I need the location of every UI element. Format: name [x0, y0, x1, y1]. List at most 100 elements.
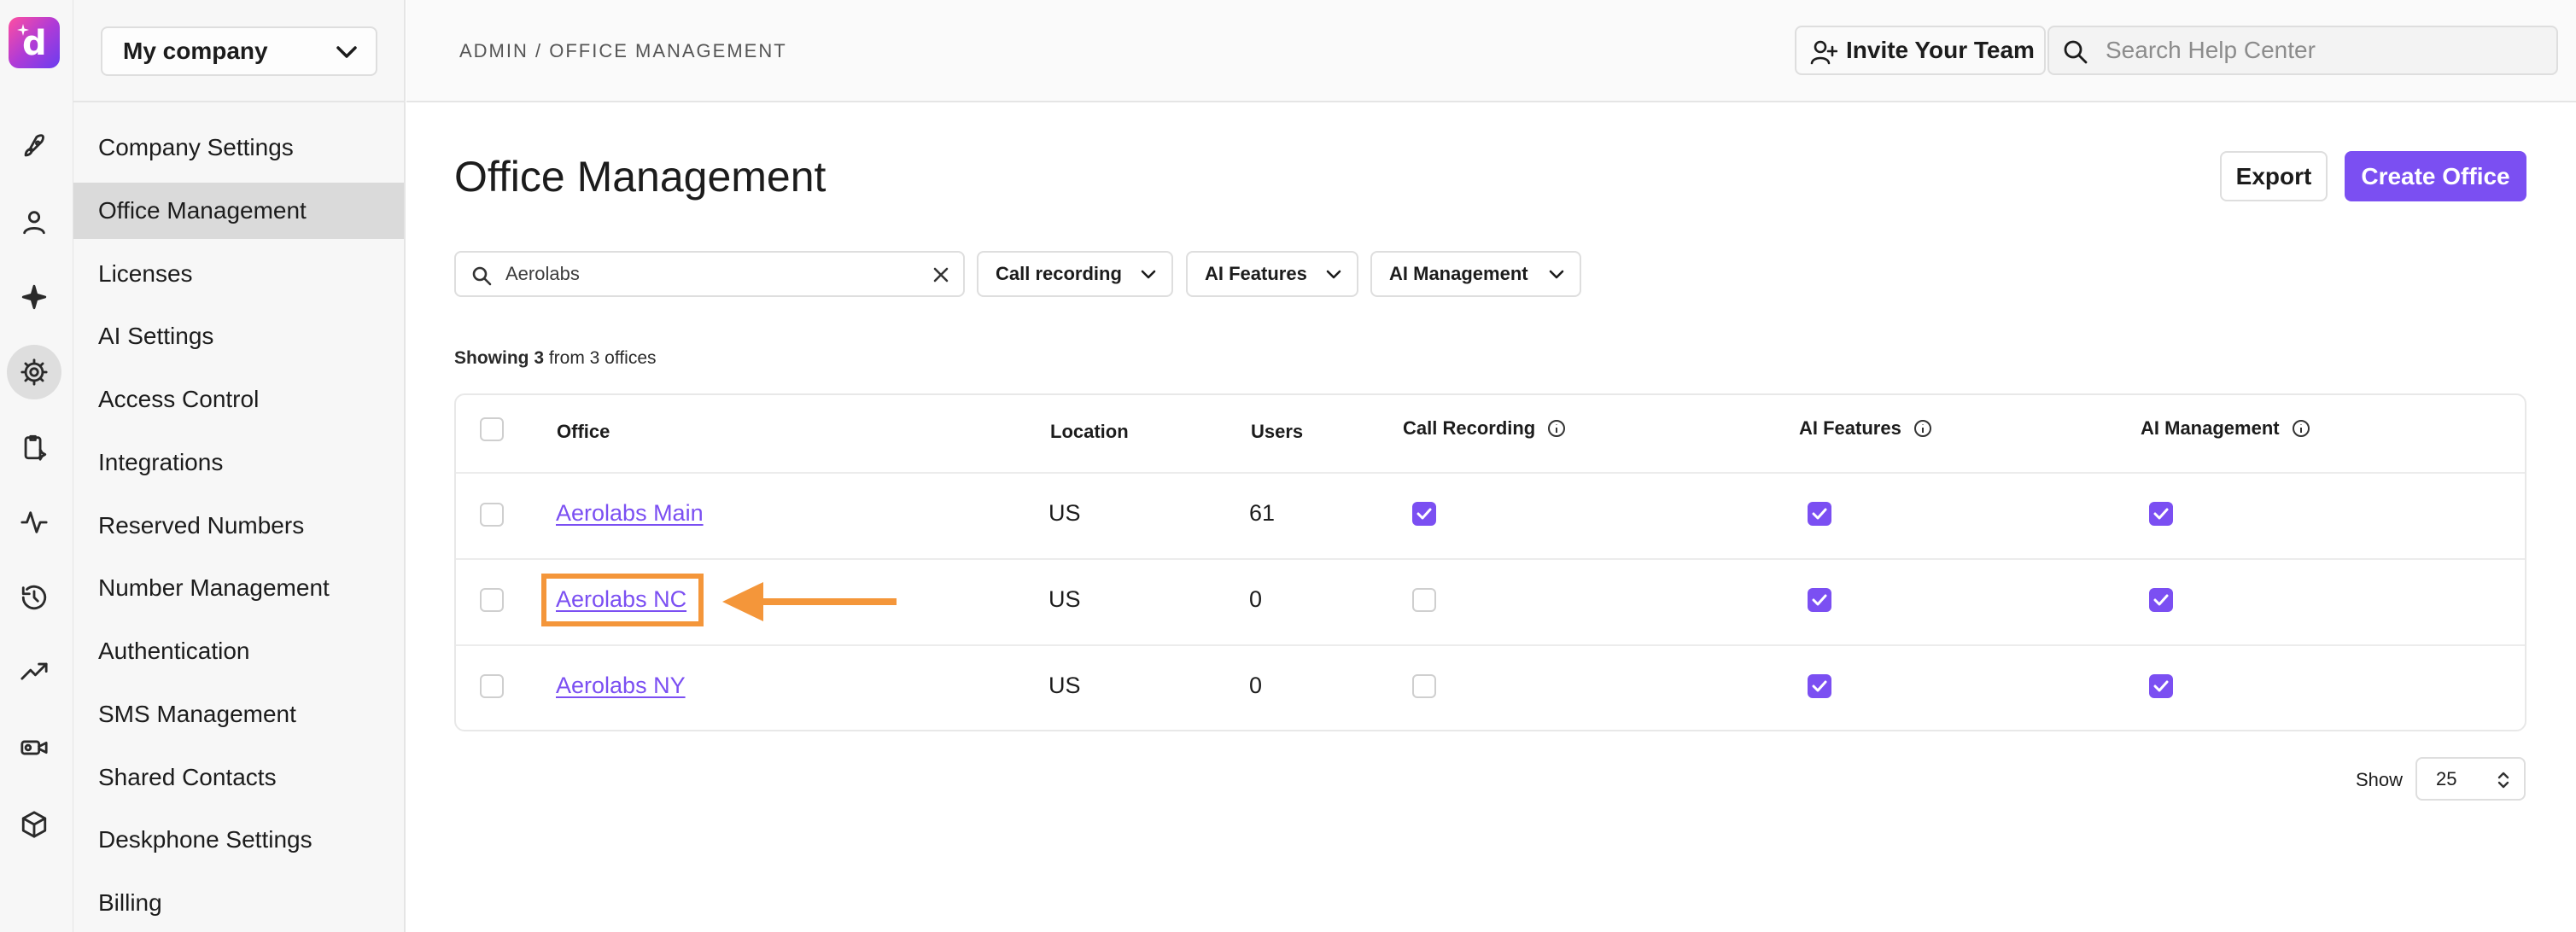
sidebar-item-number-management[interactable]: Number Management: [73, 560, 404, 616]
clipboard-icon[interactable]: [15, 428, 53, 466]
company-select[interactable]: My company: [101, 26, 377, 76]
check-icon: [2153, 508, 2169, 520]
sidebar-item-billing[interactable]: Billing: [73, 875, 404, 931]
help-search-placeholder: Search Help Center: [2106, 37, 2316, 63]
pulse-icon[interactable]: [15, 504, 53, 541]
column-header-location[interactable]: Location: [1050, 421, 1129, 443]
check-icon: [1812, 594, 1827, 606]
ai-features-checkbox[interactable]: [1808, 502, 1831, 526]
page-title: Office Management: [454, 153, 827, 201]
column-header-ai-management[interactable]: AI Management: [2141, 417, 2310, 440]
column-header-location-label: Location: [1050, 421, 1129, 442]
results-count-bold: Showing 3: [454, 348, 544, 368]
add-user-icon: [1810, 40, 1837, 65]
results-count: Showing 3 from 3 offices: [454, 348, 657, 369]
sidebar-item-integrations[interactable]: Integrations: [73, 434, 404, 491]
select-all-checkbox[interactable]: [480, 417, 504, 441]
filter-ai-management[interactable]: AI Management: [1370, 251, 1581, 297]
sidebar-item-ai-settings[interactable]: AI Settings: [73, 308, 404, 364]
office-link[interactable]: Aerolabs Main: [556, 500, 704, 527]
row-checkbox[interactable]: [480, 588, 504, 612]
clear-icon[interactable]: [932, 266, 949, 283]
check-icon: [1812, 508, 1827, 520]
sidebar-item-office-management[interactable]: Office Management: [73, 183, 404, 239]
sidebar-item-sms-management[interactable]: SMS Management: [73, 686, 404, 743]
filter-ai-management-label: AI Management: [1389, 263, 1528, 284]
chevron-updown-icon: [2497, 772, 2509, 789]
invite-team-label: Invite Your Team: [1846, 37, 2035, 63]
ai-features-checkbox[interactable]: [1808, 588, 1831, 612]
history-icon[interactable]: [15, 579, 53, 616]
ai-features-checkbox[interactable]: [1808, 674, 1831, 698]
row-checkbox[interactable]: [480, 674, 504, 698]
users-cell: 61: [1249, 500, 1276, 526]
gear-icon[interactable]: [7, 345, 61, 399]
create-office-button[interactable]: Create Office: [2345, 151, 2526, 201]
users-cell: 0: [1249, 586, 1263, 612]
location-cell: US: [1049, 673, 1081, 698]
filter-ai-features[interactable]: AI Features: [1186, 251, 1358, 297]
call-recording-checkbox[interactable]: [1412, 674, 1436, 698]
info-icon[interactable]: [2292, 419, 2310, 438]
call-recording-checkbox[interactable]: [1412, 502, 1436, 526]
breadcrumb: ADMIN / OFFICE MANAGEMENT: [459, 40, 787, 61]
rocket-icon[interactable]: [15, 128, 53, 166]
results-count-rest: from 3 offices: [544, 348, 657, 368]
column-header-call-recording-label: Call Recording: [1403, 417, 1536, 439]
row-divider: [456, 472, 2525, 474]
sparkle-icon[interactable]: [15, 278, 53, 316]
highlight-box: [541, 574, 704, 626]
ai-management-checkbox[interactable]: [2149, 502, 2173, 526]
page-size-select[interactable]: 25: [2415, 757, 2526, 801]
location-cell: US: [1049, 586, 1081, 612]
row-checkbox[interactable]: [480, 503, 504, 527]
check-icon: [1812, 680, 1827, 692]
sidebar-item-access-control[interactable]: Access Control: [73, 371, 404, 428]
sidebar-item-deskphone-settings[interactable]: Deskphone Settings: [73, 812, 404, 868]
company-name: My company: [123, 38, 268, 64]
trending-icon[interactable]: [15, 654, 53, 691]
column-header-users-label: Users: [1251, 421, 1304, 442]
users-cell: 0: [1249, 673, 1263, 698]
arrow-left-icon: [722, 582, 897, 621]
icon-rail: d: [0, 0, 73, 932]
column-header-ai-features-label: AI Features: [1799, 417, 1901, 439]
check-icon: [2153, 594, 2169, 606]
dialpad-logo[interactable]: d: [9, 17, 60, 68]
office-search-input[interactable]: Aerolabs: [454, 251, 965, 297]
column-header-ai-features[interactable]: AI Features: [1799, 417, 1932, 440]
sidebar-item-reserved-numbers[interactable]: Reserved Numbers: [73, 498, 404, 554]
ai-management-checkbox[interactable]: [2149, 674, 2173, 698]
column-header-call-recording[interactable]: Call Recording: [1403, 417, 1566, 440]
office-link[interactable]: Aerolabs NY: [556, 673, 686, 699]
search-icon: [2064, 40, 2088, 64]
filter-call-recording[interactable]: Call recording: [977, 251, 1173, 297]
column-header-office[interactable]: Office: [557, 421, 610, 443]
top-bar: ADMIN / OFFICE MANAGEMENT Invite Your Te…: [406, 0, 2576, 102]
help-search-input[interactable]: Search Help Center: [2047, 26, 2558, 75]
column-header-users[interactable]: Users: [1251, 421, 1303, 443]
sidebar-item-licenses[interactable]: Licenses: [73, 246, 404, 302]
chevron-down-icon: [1326, 270, 1341, 279]
user-icon[interactable]: [15, 203, 53, 241]
company-switcher-area: My company: [73, 0, 406, 102]
check-icon: [1417, 508, 1432, 520]
export-button[interactable]: Export: [2220, 151, 2328, 201]
info-icon[interactable]: [1547, 419, 1566, 438]
sidebar-item-authentication[interactable]: Authentication: [73, 623, 404, 679]
filter-call-recording-label: Call recording: [996, 263, 1122, 284]
column-header-office-label: Office: [557, 421, 610, 442]
video-icon[interactable]: [15, 729, 53, 766]
invite-team-button[interactable]: Invite Your Team: [1795, 26, 2046, 75]
offices-table: Office Location Users Call Recording AI …: [454, 393, 2526, 731]
sidebar-item-company-settings[interactable]: Company Settings: [73, 119, 404, 176]
chevron-down-icon: [1141, 270, 1156, 279]
call-recording-checkbox[interactable]: [1412, 588, 1436, 612]
cube-icon[interactable]: [15, 806, 53, 843]
sidebar: My company Company Settings Office Manag…: [73, 0, 406, 932]
info-icon[interactable]: [1913, 419, 1932, 438]
sidebar-item-shared-contacts[interactable]: Shared Contacts: [73, 749, 404, 806]
chevron-down-icon: [336, 46, 357, 58]
ai-management-checkbox[interactable]: [2149, 588, 2173, 612]
logo-letter: d: [22, 24, 47, 63]
